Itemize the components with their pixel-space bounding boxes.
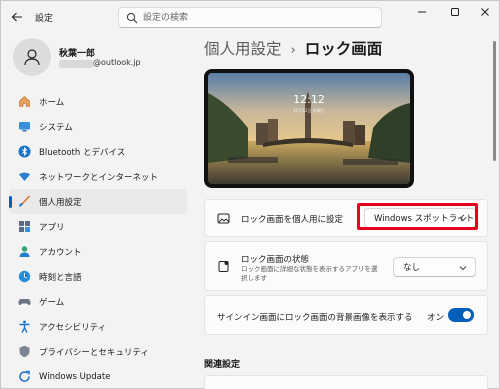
title-bar: 設定 [1,1,500,33]
toggle-knob [463,311,471,319]
signin-background-toggle[interactable] [448,308,474,322]
sidebar-item-privacy[interactable]: プライバシーとセキュリティ [9,339,187,364]
sidebar-item-label: Windows Update [39,371,111,382]
sidebar-nav: ホーム システム Bluetooth とデバイス ネットワークとインターネット … [9,89,187,389]
status-description: ロック画面に詳細な状態を表示するアプリを選択します [241,265,378,282]
lock-screen-preview: 12:12 12月12日 木曜日 [204,69,414,188]
sidebar-item-bluetooth[interactable]: Bluetooth とデバイス [9,139,187,164]
sidebar-item-label: 時刻と言語 [39,272,82,283]
scrollbar[interactable] [493,41,496,161]
preview-image: 12:12 12月12日 木曜日 [208,73,410,184]
sidebar-item-label: Bluetooth とデバイス [39,147,126,158]
sidebar-item-gaming[interactable]: ゲーム [9,289,187,314]
sidebar-item-apps[interactable]: アプリ [9,214,187,239]
search-input[interactable] [143,9,373,26]
breadcrumb-separator: › [290,43,296,58]
settings-window: 設定 秋葉一郎 @outlook.jp [0,0,500,389]
sidebar-item-label: プライバシーとセキュリティ [39,347,149,358]
email-redaction [59,60,93,68]
sidebar-item-accounts[interactable]: アカウント [9,239,187,264]
sidebar-item-network[interactable]: ネットワークとインターネット [9,164,187,189]
globe-clock-icon [18,270,31,283]
signin-background-label: サインイン画面にロック画面の背景画像を表示する [217,313,413,323]
dropdown-value: なし [403,263,421,273]
sidebar-item-home[interactable]: ホーム [9,89,187,114]
update-icon [18,370,31,383]
display-icon [18,120,31,133]
search-box[interactable] [118,7,382,28]
page-title: ロック画面 [304,40,383,58]
account-icon [18,245,31,258]
apps-icon [18,220,31,233]
shield-icon [18,345,31,358]
sidebar-item-label: ホーム [39,97,65,108]
lock-screen-status-dropdown[interactable]: なし [393,257,476,277]
sidebar-item-personalization[interactable]: 個人用設定 [9,189,187,214]
brush-icon [18,195,31,208]
wifi-icon [18,170,31,183]
search-icon [126,12,138,24]
related-settings-card[interactable] [204,375,488,389]
lock-screen-status-card: ロック画面の状態 ロック画面に詳細な状態を表示するアプリを選択します なし [204,241,488,291]
breadcrumb: 個人用設定 › ロック画面 [204,37,382,59]
close-icon [480,8,489,16]
avatar[interactable] [13,38,51,76]
signin-background-card: サインイン画面にロック画面の背景画像を表示する [204,295,488,335]
sidebar-item-windows-update[interactable]: Windows Update [9,364,187,389]
sidebar-item-label: ネットワークとインターネット [39,172,159,183]
sidebar-item-label: アプリ [39,222,65,233]
toggle-state-label: オン [427,313,445,323]
minimize-icon [417,11,426,13]
arrow-left-icon [11,12,22,22]
preview-time: 12:12 [293,93,325,106]
status-widget-icon [217,260,230,273]
user-email: @outlook.jp [93,58,141,67]
back-button[interactable] [7,7,27,27]
person-icon [24,49,40,66]
sidebar-item-label: アクセシビリティ [39,322,107,333]
preview-date: 12月12日 木曜日 [293,108,325,113]
status-label: ロック画面の状態 [241,255,310,265]
image-icon [217,212,230,225]
sidebar-item-accessibility[interactable]: アクセシビリティ [9,314,187,339]
chevron-down-icon [459,266,467,271]
personalize-label: ロック画面を個人用に設定 [241,215,344,225]
maximize-button[interactable] [438,1,471,23]
app-title: 設定 [35,14,54,24]
user-name: 秋葉一郎 [59,49,96,59]
sidebar-item-label: アカウント [39,247,82,258]
close-button[interactable] [468,1,500,23]
canal-scene-image [208,73,410,184]
maximize-icon [450,8,459,16]
sidebar-item-time-language[interactable]: 時刻と言語 [9,264,187,289]
gamepad-icon [18,295,31,308]
bluetooth-icon [18,145,31,158]
sidebar-item-label: システム [39,122,73,133]
sidebar-item-system[interactable]: システム [9,114,187,139]
related-settings-title: 関連設定 [204,360,241,370]
minimize-button[interactable] [405,1,438,23]
accessibility-icon [18,320,31,333]
sidebar-item-label: ゲーム [39,297,65,308]
home-icon [18,95,31,108]
sidebar-item-label: 個人用設定 [39,197,82,208]
highlight-annotation [357,203,478,230]
breadcrumb-parent[interactable]: 個人用設定 [204,37,282,59]
